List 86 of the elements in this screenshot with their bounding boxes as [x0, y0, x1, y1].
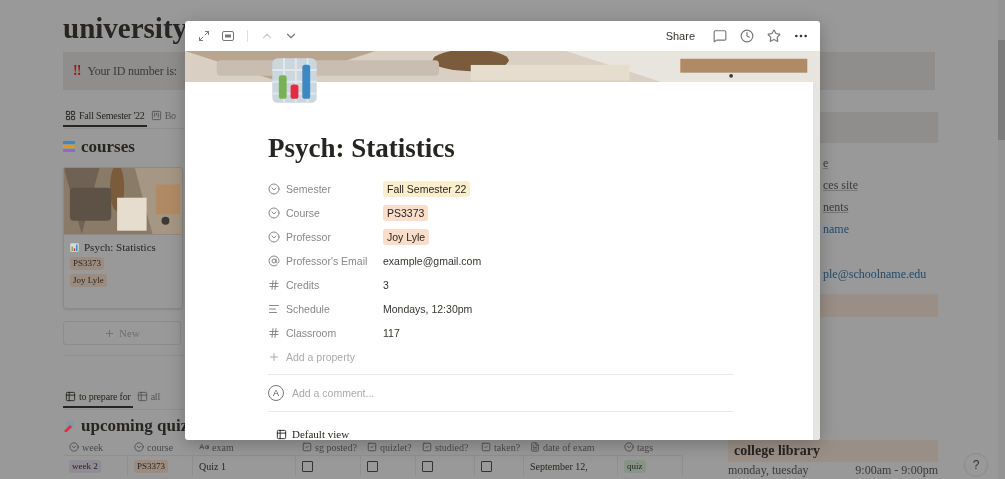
select-icon [268, 207, 280, 220]
pencil-icon [63, 420, 75, 432]
select-icon [268, 183, 280, 196]
property-label[interactable]: Semester [268, 183, 383, 196]
exclamation-icon: ‼ [73, 63, 82, 79]
select-icon [268, 231, 280, 244]
bar-chart-icon [271, 57, 318, 104]
property-tag[interactable]: PS3373 [383, 205, 429, 222]
view-tab[interactable]: Default view [268, 428, 733, 440]
checkbox-icon [302, 442, 312, 452]
select-icon [134, 442, 144, 452]
tag: PS3373 [134, 459, 168, 473]
view-tab[interactable]: all [134, 387, 163, 408]
panel-icon [222, 31, 234, 41]
share-button[interactable]: Share [661, 30, 699, 42]
days-text: monday, tuesday [728, 463, 809, 478]
scrollbar[interactable] [998, 0, 1005, 479]
help-button[interactable]: ? [964, 453, 988, 477]
view-tab[interactable]: Bo [148, 106, 178, 127]
table-cell: September 12, [530, 460, 588, 472]
link[interactable]: ces site [823, 178, 858, 193]
clock-icon [740, 29, 754, 43]
gallery-icon [65, 110, 76, 121]
checkbox[interactable] [481, 460, 492, 472]
table-icon [276, 428, 287, 440]
link[interactable]: e [823, 156, 829, 171]
bar-chart-icon [70, 242, 79, 252]
page-title: university [63, 11, 188, 46]
text-type-icon [199, 442, 209, 452]
course-card[interactable]: Psych: Statistics PS3373 Joy Lyle [63, 167, 183, 309]
link[interactable]: name [823, 222, 849, 237]
hours-text: 9:00am - 9:00pm [855, 463, 938, 478]
expand-icon [198, 30, 210, 42]
card-title: Psych: Statistics [84, 241, 156, 253]
hash-icon [268, 327, 280, 340]
comment-button[interactable] [711, 27, 729, 45]
star-icon [767, 29, 781, 43]
comment-icon [713, 29, 727, 43]
checkbox-icon [422, 442, 432, 452]
tag: week 2 [69, 459, 101, 473]
link[interactable]: nents [823, 200, 849, 215]
property-label[interactable]: Professor's Email [268, 255, 383, 268]
plus-icon [104, 327, 116, 339]
table-icon [65, 391, 76, 402]
column-header[interactable]: week [63, 439, 128, 456]
property-value[interactable]: example@gmail.com [383, 255, 482, 268]
callout-text: Your ID number is: [87, 63, 177, 79]
property-label[interactable]: Professor [268, 231, 383, 244]
scrollbar[interactable] [813, 82, 820, 440]
property-tag[interactable]: Joy Lyle [383, 229, 430, 246]
checkbox-icon [481, 442, 491, 452]
hash-icon [268, 279, 280, 292]
document-icon [530, 442, 540, 452]
at-sign-icon [268, 255, 280, 268]
section-title: college library [733, 443, 820, 459]
view-tab[interactable]: to prepare for [63, 387, 133, 408]
favorite-button[interactable] [765, 27, 783, 45]
add-property-button[interactable]: Add a property [268, 345, 355, 370]
property-tag[interactable]: Fall Semester 22 [383, 181, 471, 198]
property-label[interactable]: Schedule [268, 303, 383, 316]
tag: quiz [624, 459, 646, 473]
tag: PS3373 [70, 257, 104, 270]
property-label[interactable]: Credits [268, 279, 383, 292]
tag: Joy Lyle [70, 274, 107, 287]
property-value[interactable]: Mondays, 12:30pm [383, 303, 473, 316]
page-title: Psych: Statistics [268, 132, 455, 165]
select-icon [69, 442, 79, 452]
email-link[interactable]: ple@schoolname.edu [823, 267, 927, 282]
checkbox[interactable] [367, 460, 378, 472]
table-cell: Quiz 1 [199, 460, 226, 472]
property-value[interactable]: 117 [383, 327, 400, 340]
text-lines-icon [268, 303, 280, 316]
board-icon [150, 110, 162, 121]
checkbox-icon [367, 442, 377, 452]
checkbox[interactable] [302, 460, 313, 472]
plus-icon [268, 351, 280, 364]
property-label[interactable]: Course [268, 207, 383, 220]
property-value[interactable]: 3 [383, 279, 389, 292]
section-title: courses [81, 137, 135, 157]
select-icon [624, 442, 634, 452]
view-tab[interactable]: Fall Semester '22 [63, 106, 147, 127]
history-button[interactable] [738, 27, 756, 45]
table-icon [136, 391, 148, 402]
checkbox[interactable] [422, 460, 433, 472]
property-label[interactable]: Classroom [268, 327, 383, 340]
books-icon [63, 141, 75, 153]
